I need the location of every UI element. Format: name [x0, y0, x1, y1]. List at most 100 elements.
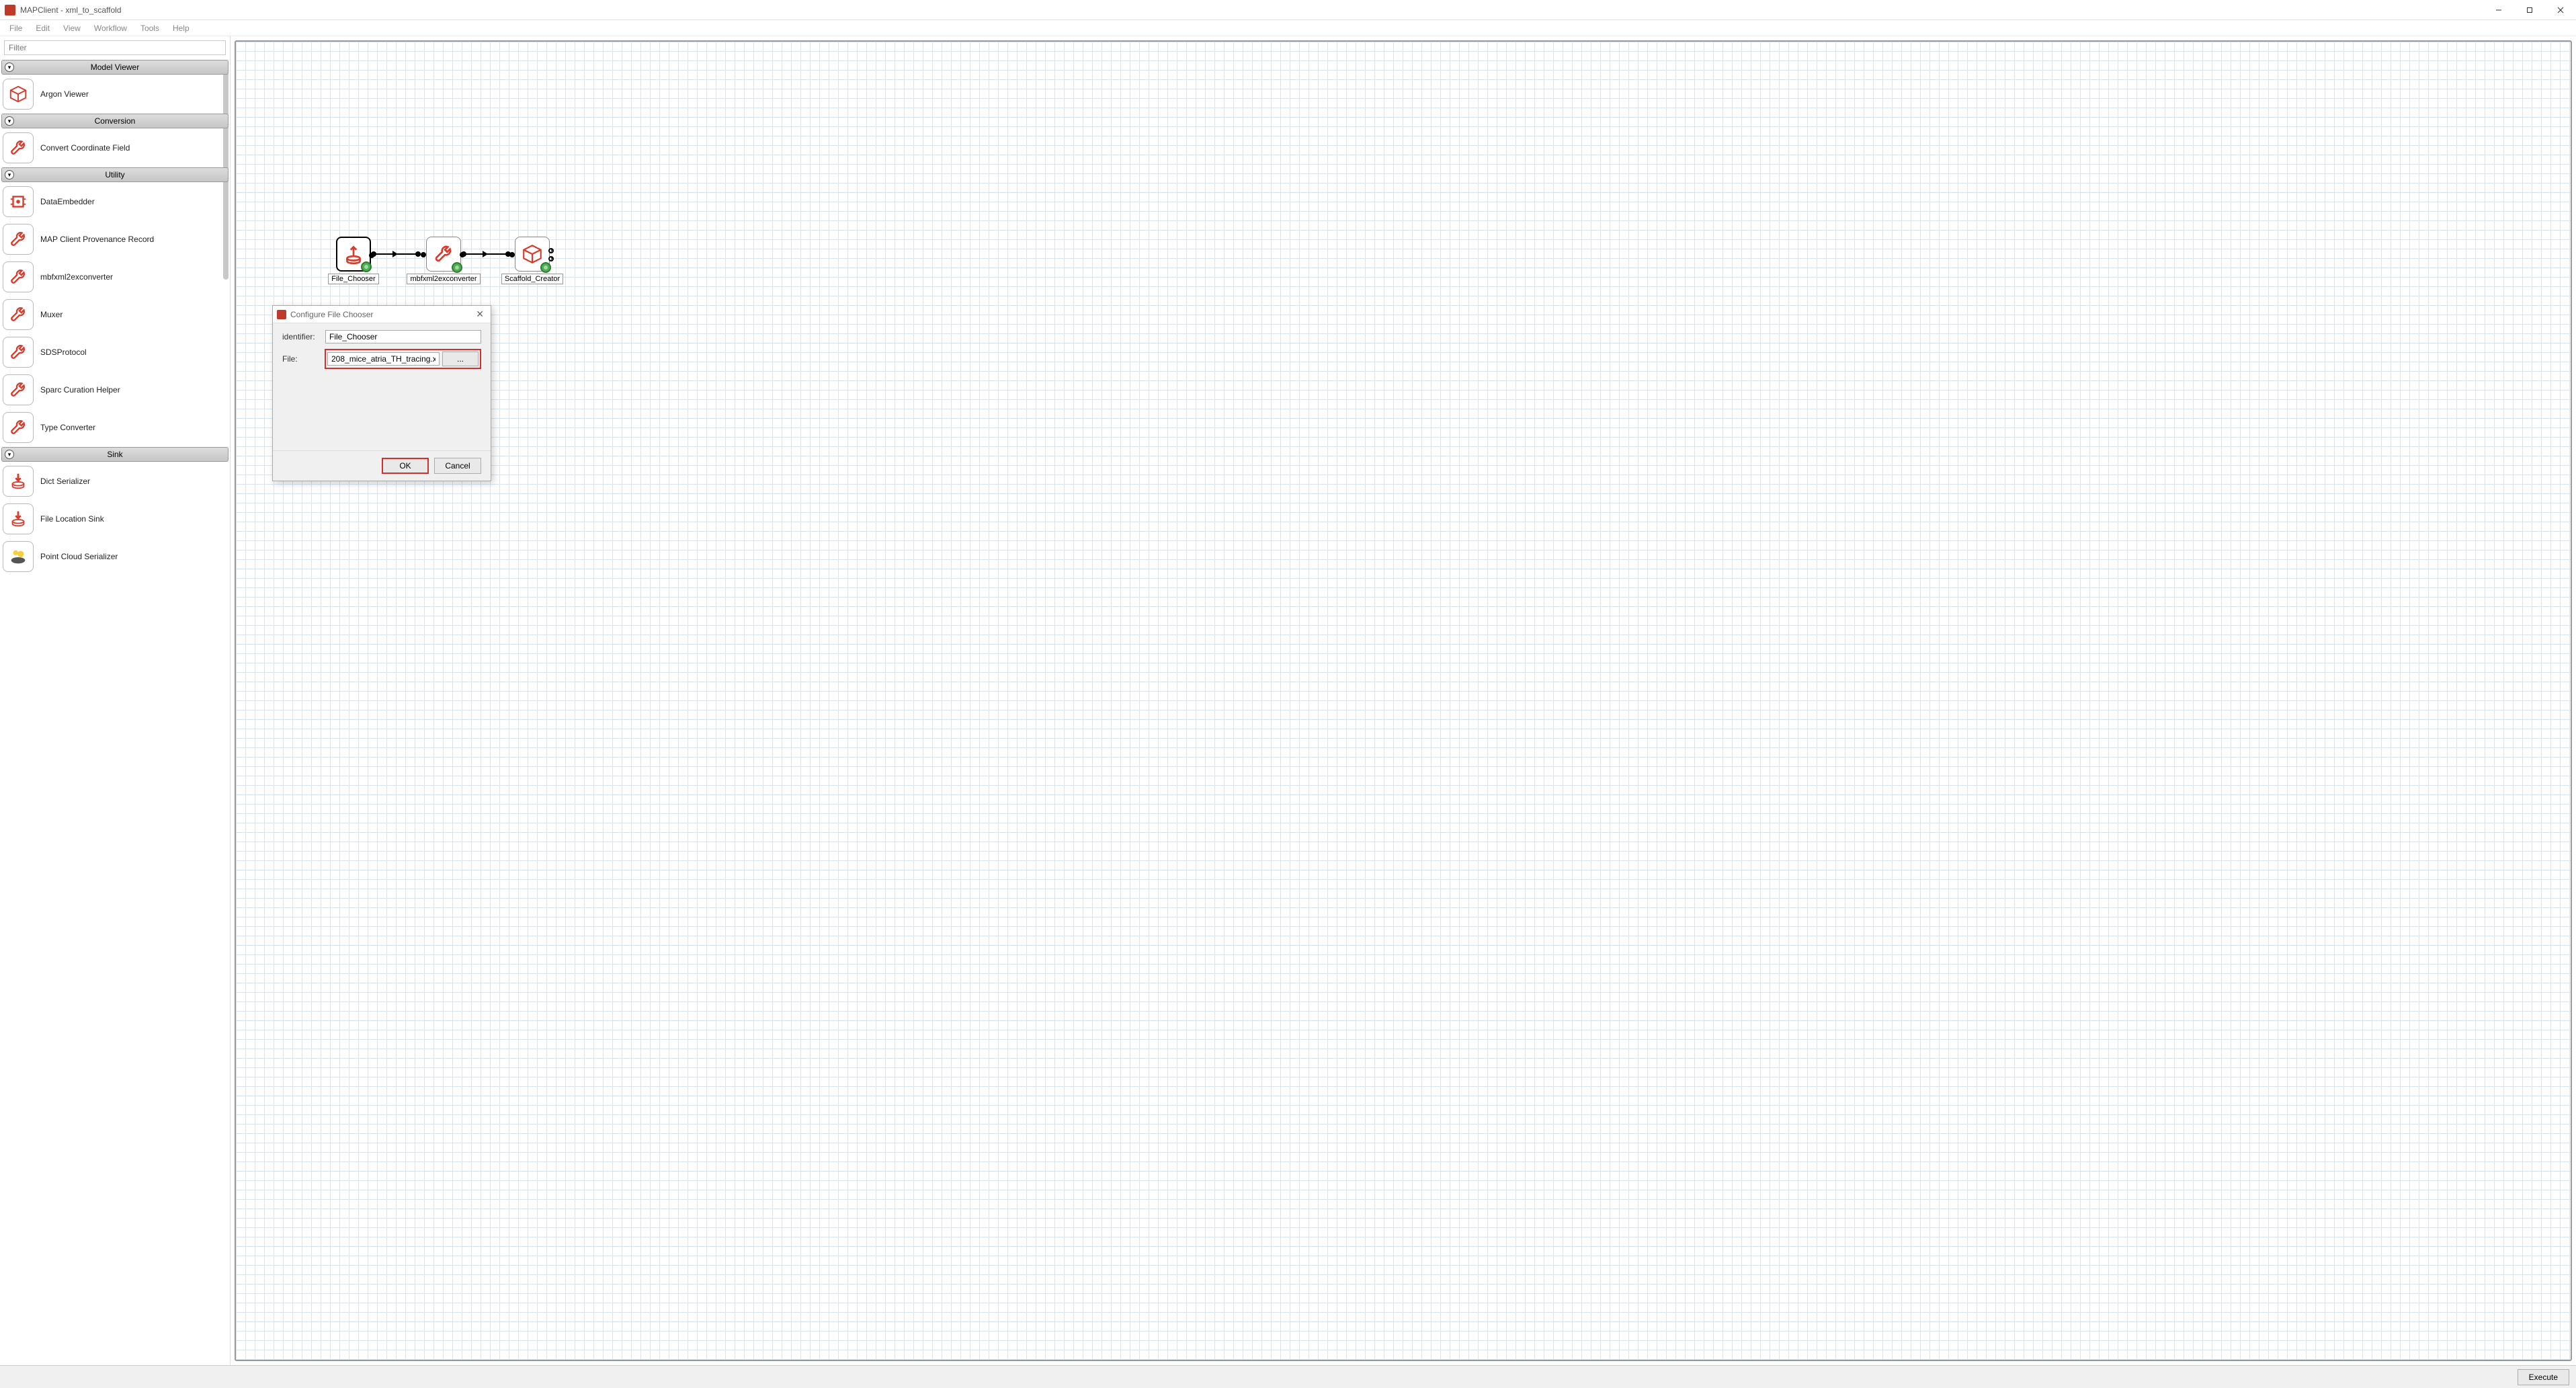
cancel-button[interactable]: Cancel	[434, 458, 481, 474]
footer: Execute	[0, 1365, 2576, 1388]
category-model-viewer[interactable]: ▾ Model Viewer	[1, 60, 228, 75]
tool-dataembedder[interactable]: DataEmbedder	[3, 183, 227, 220]
wrench-icon	[3, 132, 34, 163]
chevron-down-icon: ▾	[5, 450, 14, 459]
minimize-button[interactable]	[2483, 0, 2514, 20]
menu-edit[interactable]: Edit	[29, 22, 56, 35]
identifier-label: identifier:	[282, 332, 325, 341]
workflow-canvas[interactable]: File_Chooser mbfxml2exconverter	[235, 40, 2572, 1361]
port-out[interactable]	[548, 248, 554, 253]
node-file-chooser[interactable]: File_Chooser	[334, 237, 373, 284]
dialog-body: identifier: File: ...	[273, 323, 491, 450]
maximize-button[interactable]	[2514, 0, 2545, 20]
category-conversion[interactable]: ▾ Conversion	[1, 114, 228, 128]
file-label: File:	[282, 354, 325, 364]
tool-mbfxml2exconverter[interactable]: mbfxml2exconverter	[3, 259, 227, 295]
menubar: File Edit View Workflow Tools Help	[0, 20, 2576, 36]
connector[interactable]	[374, 253, 418, 255]
cube-icon	[3, 79, 34, 110]
wrench-icon	[3, 412, 34, 443]
tool-type-converter[interactable]: Type Converter	[3, 409, 227, 446]
tool-muxer[interactable]: Muxer	[3, 296, 227, 333]
cube-icon	[515, 237, 550, 272]
chip-icon	[3, 186, 34, 217]
menu-tools[interactable]: Tools	[134, 22, 166, 35]
port-in[interactable]	[421, 252, 426, 257]
tool-argon-viewer[interactable]: Argon Viewer	[3, 76, 227, 112]
tool-label: Convert Coordinate Field	[40, 143, 130, 153]
tool-label: File Location Sink	[40, 514, 104, 524]
filter-input[interactable]	[4, 40, 226, 55]
category-label: Model Viewer	[91, 63, 139, 72]
tool-label: Argon Viewer	[40, 89, 89, 99]
connector[interactable]	[464, 253, 508, 255]
dialog-titlebar[interactable]: Configure File Chooser ✕	[273, 306, 491, 323]
tool-convert-coordinate-field[interactable]: Convert Coordinate Field	[3, 130, 227, 166]
tool-point-cloud-serializer[interactable]: Point Cloud Serializer	[3, 538, 227, 575]
wrench-icon	[3, 337, 34, 368]
browse-button[interactable]: ...	[442, 352, 479, 366]
node-mbfxml2exconverter[interactable]: mbfxml2exconverter	[424, 237, 463, 284]
menu-workflow[interactable]: Workflow	[87, 22, 134, 35]
tool-sdsprotocol[interactable]: SDSProtocol	[3, 334, 227, 370]
sidebar: ▾ Model Viewer Argon Viewer ▾ Conversion	[0, 36, 231, 1365]
menu-help[interactable]: Help	[166, 22, 196, 35]
menu-view[interactable]: View	[56, 22, 87, 35]
database-down-icon	[3, 503, 34, 534]
tool-label: Sparc Curation Helper	[40, 385, 120, 395]
port-out[interactable]	[460, 252, 465, 257]
database-up-icon	[336, 237, 371, 272]
ok-button[interactable]: OK	[382, 458, 429, 474]
category-label: Sink	[107, 450, 122, 459]
chevron-down-icon: ▾	[5, 63, 14, 72]
wrench-icon	[426, 237, 461, 272]
menu-file[interactable]: File	[3, 22, 29, 35]
node-scaffold-creator[interactable]: Scaffold_Creator	[513, 237, 552, 284]
wrench-icon	[3, 374, 34, 405]
configure-file-chooser-dialog[interactable]: Configure File Chooser ✕ identifier: Fil…	[272, 305, 491, 481]
dialog-title: Configure File Chooser	[290, 310, 373, 319]
wrench-icon	[3, 261, 34, 292]
tool-label: Muxer	[40, 310, 63, 319]
node-label: Scaffold_Creator	[501, 274, 563, 284]
execute-button[interactable]: Execute	[2518, 1369, 2569, 1385]
tool-label: Type Converter	[40, 423, 95, 432]
database-down-icon	[3, 466, 34, 497]
dialog-buttons: OK Cancel	[273, 450, 491, 481]
window-title: MAPClient - xml_to_scaffold	[20, 5, 122, 15]
app-icon	[5, 5, 15, 15]
chevron-down-icon: ▾	[5, 170, 14, 179]
main-content: ▾ Model Viewer Argon Viewer ▾ Conversion	[0, 36, 2576, 1365]
port-out[interactable]	[369, 253, 374, 258]
close-icon[interactable]: ✕	[473, 309, 487, 320]
tool-label: Dict Serializer	[40, 477, 90, 486]
category-label: Utility	[105, 170, 124, 179]
tool-map-provenance[interactable]: MAP Client Provenance Record	[3, 221, 227, 257]
category-utility[interactable]: ▾ Utility	[1, 167, 228, 182]
titlebar: MAPClient - xml_to_scaffold	[0, 0, 2576, 20]
port-in[interactable]	[509, 252, 515, 257]
category-label: Conversion	[95, 116, 136, 126]
canvas-area: File_Chooser mbfxml2exconverter	[231, 36, 2576, 1365]
identifier-input[interactable]	[325, 330, 481, 343]
wrench-icon	[3, 299, 34, 330]
tool-file-location-sink[interactable]: File Location Sink	[3, 501, 227, 537]
category-sink[interactable]: ▾ Sink	[1, 447, 228, 462]
node-label: File_Chooser	[328, 274, 378, 284]
close-button[interactable]	[2545, 0, 2576, 20]
tool-label: Point Cloud Serializer	[40, 552, 118, 561]
chevron-down-icon: ▾	[5, 116, 14, 126]
tool-label: mbfxml2exconverter	[40, 272, 113, 282]
app-icon	[277, 310, 286, 319]
tool-label: SDSProtocol	[40, 348, 87, 357]
file-input[interactable]	[327, 352, 440, 366]
toolbox[interactable]: ▾ Model Viewer Argon Viewer ▾ Conversion	[0, 59, 230, 1365]
cloud-icon	[3, 541, 34, 572]
app-window: MAPClient - xml_to_scaffold File Edit Vi…	[0, 0, 2576, 1388]
tool-label: MAP Client Provenance Record	[40, 235, 154, 244]
tool-sparc-curation-helper[interactable]: Sparc Curation Helper	[3, 372, 227, 408]
node-label: mbfxml2exconverter	[407, 274, 480, 284]
wrench-icon	[3, 224, 34, 255]
port-out[interactable]	[548, 256, 554, 261]
tool-dict-serializer[interactable]: Dict Serializer	[3, 463, 227, 499]
